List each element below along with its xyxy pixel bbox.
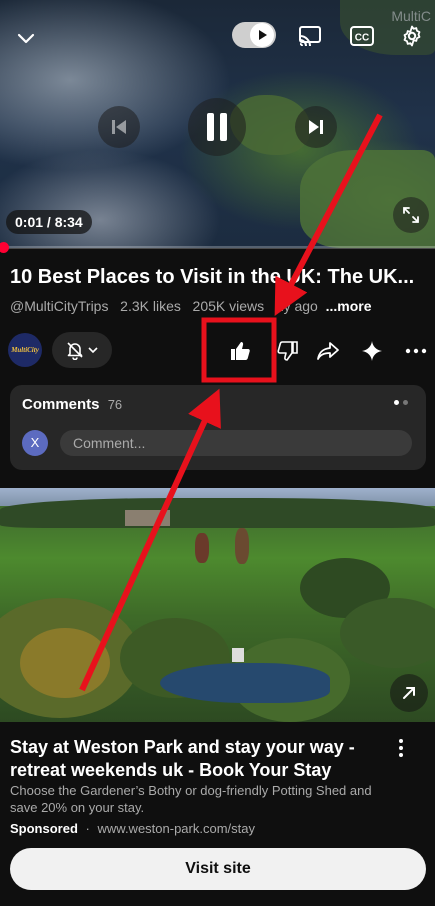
upload-age: 1y ago (275, 298, 318, 314)
sparkle-icon (362, 341, 382, 361)
ad-description: Choose the Gardener’s Bothy or dog-frien… (10, 783, 372, 815)
separator: · (85, 821, 90, 836)
progress-scrubber[interactable] (0, 242, 9, 253)
like-button[interactable] (220, 331, 260, 371)
like-count: 2.3K likes (120, 298, 181, 314)
closed-captions-icon: CC (350, 26, 374, 46)
time-display: 0:01 / 8:34 (6, 210, 92, 234)
chevron-down-icon (88, 347, 98, 354)
video-meta[interactable]: @MultiCityTrips 2.3K likes 205K views 1y… (10, 298, 372, 314)
comments-panel[interactable]: Comments 76 X Comment... (10, 385, 426, 470)
cast-button[interactable] (297, 24, 323, 53)
share-arrow-icon (317, 342, 339, 360)
channel-avatar-logo: MultiCity (11, 346, 39, 354)
next-button[interactable] (295, 106, 337, 148)
pause-icon (207, 113, 227, 141)
notification-bell-button[interactable] (52, 332, 112, 368)
fullscreen-button[interactable] (393, 197, 429, 233)
comments-count: 76 (107, 397, 123, 412)
autoplay-toggle[interactable] (232, 22, 276, 48)
lake (160, 663, 330, 703)
ad-image[interactable] (0, 488, 435, 722)
chevron-down-icon (17, 33, 35, 44)
sponsored-label: Sponsored (10, 821, 78, 836)
comment-input[interactable]: Comment... (60, 430, 412, 456)
watermark: MultiC (391, 8, 431, 24)
comments-label: Comments (22, 396, 100, 413)
pager-dot (403, 400, 408, 405)
progress-bar[interactable] (0, 246, 435, 249)
more-link[interactable]: ...more (326, 298, 372, 314)
settings-button[interactable] (400, 24, 424, 53)
ad-sponsor-line: Sponsored · www.weston-park.com/stay (10, 821, 255, 836)
bell-icon (67, 342, 83, 360)
pause-button[interactable] (188, 98, 246, 156)
ad-url: www.weston-park.com/stay (97, 821, 256, 836)
svg-text:CC: CC (355, 33, 369, 44)
comments-header: Comments 76 (22, 396, 122, 413)
video-title[interactable]: 10 Best Places to Visit in the UK: The U… (10, 266, 430, 289)
autoplay-knob (250, 23, 274, 47)
more-horizontal-icon (405, 348, 427, 354)
thumbs-down-icon (277, 341, 298, 361)
thumbs-up-icon (231, 342, 250, 360)
pager-dot-active (394, 400, 399, 405)
user-avatar: X (22, 430, 48, 456)
dislike-button[interactable] (268, 331, 308, 371)
ad-more-button[interactable] (398, 738, 404, 763)
boat-house (232, 648, 244, 662)
expand-icon (403, 207, 419, 223)
arrow-up-right-icon (403, 687, 415, 699)
gear-icon (403, 25, 421, 47)
skip-previous-icon (112, 120, 126, 134)
play-icon (259, 30, 267, 40)
channel-handle[interactable]: @MultiCityTrips (10, 298, 108, 314)
view-count: 205K views (192, 298, 265, 314)
share-button[interactable] (308, 331, 348, 371)
more-actions-button[interactable] (396, 331, 435, 371)
captions-button[interactable]: CC (349, 24, 375, 53)
channel-avatar[interactable]: MultiCity (8, 333, 42, 367)
minimize-button[interactable] (14, 26, 38, 55)
video-player[interactable]: MultiC CC 0:01 / 8:34 (0, 0, 435, 248)
skip-next-icon (309, 120, 323, 134)
open-link-button[interactable] (390, 674, 428, 712)
ad-title[interactable]: Stay at Weston Park and stay your way - … (10, 736, 390, 782)
more-vertical-icon (399, 739, 403, 757)
house (125, 510, 170, 526)
cast-icon (299, 26, 321, 47)
ask-ai-button[interactable] (352, 331, 392, 371)
visit-site-button[interactable]: Visit site (10, 848, 426, 890)
previous-button[interactable] (98, 106, 140, 148)
treeline (0, 498, 435, 528)
